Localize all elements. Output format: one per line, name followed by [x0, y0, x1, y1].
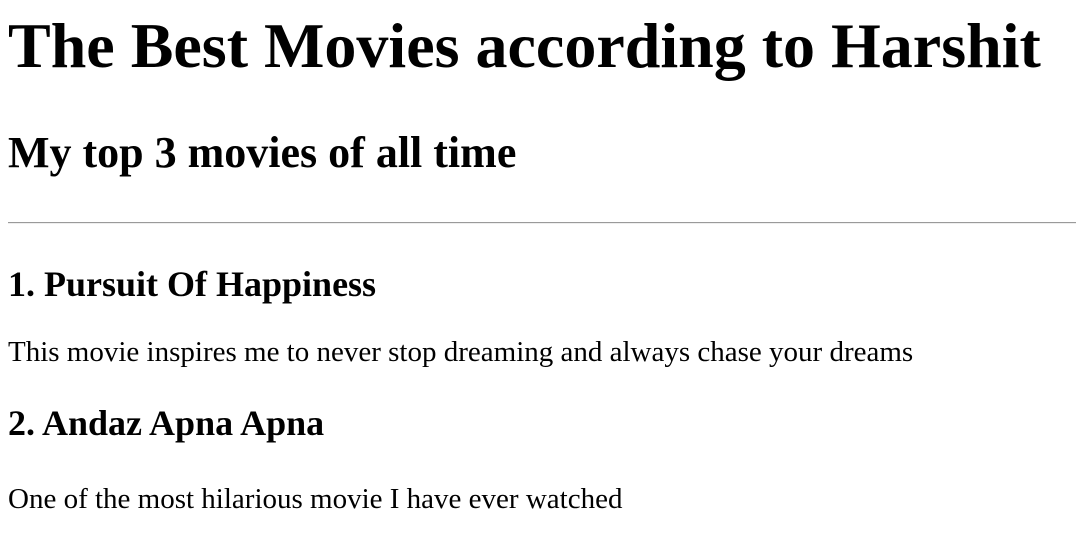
movie-title: 1. Pursuit Of Happiness: [8, 264, 377, 305]
movie-description: This movie inspires me to never stop dre…: [8, 335, 914, 368]
page-title: The Best Movies according to Harshit: [8, 10, 1041, 81]
movie-description: One of the most hilarious movie I have e…: [8, 482, 623, 515]
movie-title: 2. Andaz Apna Apna: [8, 403, 325, 444]
movie-entry: 2. Andaz Apna Apna One of the most hilar…: [8, 403, 1076, 516]
divider: [8, 222, 1076, 225]
page-subtitle: My top 3 movies of all time: [8, 127, 517, 177]
movie-entry: 1. Pursuit Of Happiness This movie inspi…: [8, 264, 1076, 369]
